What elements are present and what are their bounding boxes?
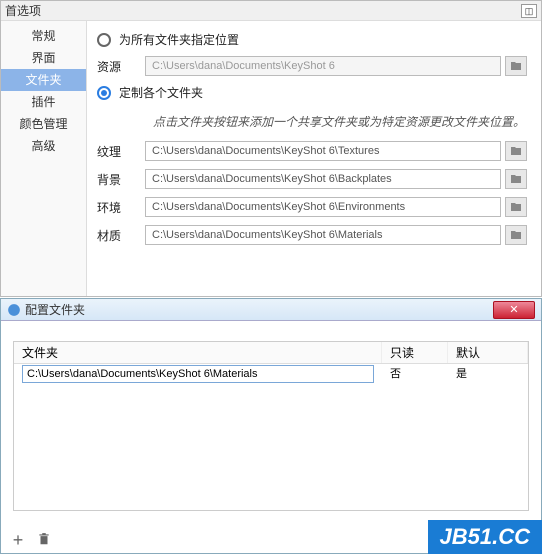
watermark: JB51.CC	[428, 520, 542, 554]
sidebar-item-color[interactable]: 颜色管理	[1, 113, 86, 135]
backplate-path-input[interactable]	[145, 169, 501, 189]
radio-custom-folders[interactable]	[97, 86, 111, 100]
delete-button[interactable]	[35, 531, 53, 549]
folders-table: 文件夹 只读 默认 否 是	[13, 341, 529, 511]
sidebar-item-folders[interactable]: 文件夹	[1, 69, 86, 91]
add-button[interactable]: +	[9, 531, 27, 549]
close-button[interactable]: ✕	[493, 301, 535, 319]
backplate-label: 背景	[97, 171, 145, 188]
texture-path-input[interactable]	[145, 141, 501, 161]
preferences-titlebar: 首选项 ◫	[1, 1, 541, 21]
sidebar-item-general[interactable]: 常规	[1, 25, 86, 47]
col-readonly[interactable]: 只读	[382, 342, 448, 363]
resource-browse-button[interactable]	[505, 56, 527, 76]
material-path-input[interactable]	[145, 225, 501, 245]
col-folder[interactable]: 文件夹	[14, 342, 382, 363]
configure-title: 配置文件夹	[25, 301, 85, 318]
texture-label: 纹理	[97, 143, 145, 160]
environment-path-input[interactable]	[145, 197, 501, 217]
row-path-input[interactable]	[22, 365, 374, 383]
radio-all-folders[interactable]	[97, 33, 111, 47]
environment-label: 环境	[97, 199, 145, 216]
table-row[interactable]: 否 是	[14, 364, 528, 384]
environment-browse-button[interactable]	[505, 197, 527, 217]
configure-folders-window: 配置文件夹 ✕ 文件夹 只读 默认 否 是 +	[0, 298, 542, 554]
collapse-button[interactable]: ◫	[521, 4, 537, 18]
backplate-browse-button[interactable]	[505, 169, 527, 189]
radio-custom-folders-label: 定制各个文件夹	[119, 84, 203, 101]
resource-label: 资源	[97, 58, 145, 75]
sidebar-item-plugins[interactable]: 插件	[1, 91, 86, 113]
preferences-title: 首选项	[5, 2, 41, 19]
hint-text: 点击文件夹按钮来添加一个共享文件夹或为特定资源更改文件夹位置。	[97, 109, 527, 141]
sidebar-item-interface[interactable]: 界面	[1, 47, 86, 69]
configure-titlebar: 配置文件夹 ✕	[1, 299, 541, 321]
row-default: 是	[448, 364, 528, 384]
texture-browse-button[interactable]	[505, 141, 527, 161]
window-icon	[7, 303, 21, 317]
preferences-content: 为所有文件夹指定位置 资源 定制各个文件夹 点击文件夹按钮来添加一个共享文件夹或…	[87, 21, 541, 296]
radio-all-folders-label: 为所有文件夹指定位置	[119, 31, 239, 48]
resource-path-input	[145, 56, 501, 76]
material-label: 材质	[97, 227, 145, 244]
row-readonly: 否	[382, 364, 448, 384]
preferences-sidebar: 常规 界面 文件夹 插件 颜色管理 高级	[1, 21, 87, 296]
col-default[interactable]: 默认	[448, 342, 528, 363]
material-browse-button[interactable]	[505, 225, 527, 245]
preferences-window: 首选项 ◫ 常规 界面 文件夹 插件 颜色管理 高级 为所有文件夹指定位置 资源	[0, 0, 542, 297]
sidebar-item-advanced[interactable]: 高级	[1, 135, 86, 157]
